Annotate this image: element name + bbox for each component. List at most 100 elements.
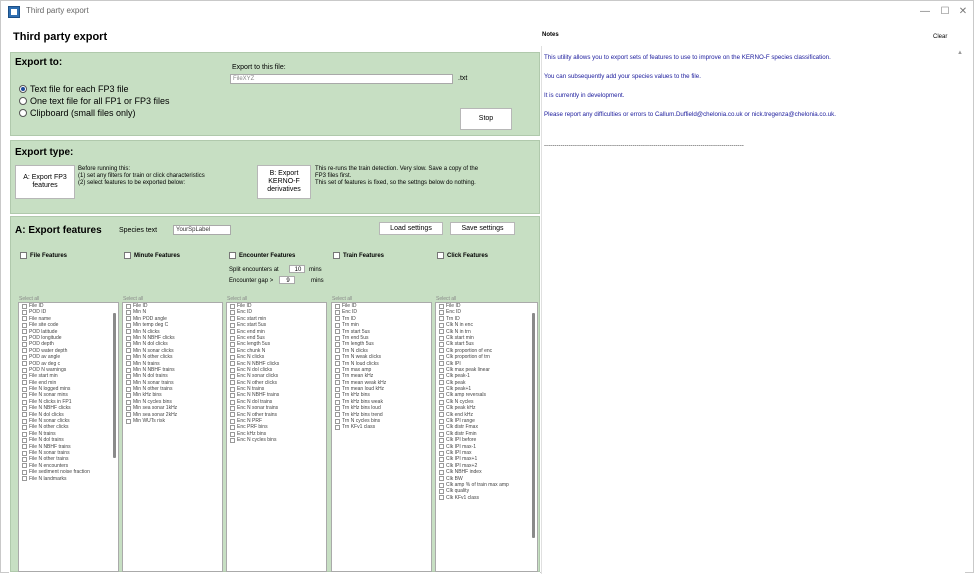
maximize-button[interactable]: ☐ [935,4,955,20]
radio-text-file-each[interactable]: Text file for each FP3 file [19,84,129,94]
checkbox-icon [230,373,235,379]
checkbox-icon [230,425,235,431]
feature-list-item[interactable]: Clk KFv1 class [436,495,537,501]
checkbox-icon [230,437,235,443]
checkbox-icon [439,431,444,437]
minimize-button[interactable]: — [915,4,935,20]
checkbox-icon [22,373,27,379]
checkbox-icon [230,322,235,328]
feature-list-item[interactable]: Enc N cycles bins [227,437,326,443]
checkbox-icon [439,354,444,360]
checkbox-icon [22,463,27,469]
checkbox-icon [437,252,444,259]
export-kerno-derivatives-button[interactable]: B: Export KERNO-F derivatives [257,165,311,199]
checkbox-icon [22,431,27,437]
stop-button[interactable]: Stop [460,108,512,130]
minute-features-list[interactable]: File ID Min N Min POD angle Min temp deg CM… [122,302,223,572]
checkbox-icon [22,405,27,411]
encounter-features-list[interactable]: File ID Enc ID Enc start min Enc start 5us E… [226,302,327,572]
checkbox-icon [335,329,340,335]
checkbox-icon [439,444,444,450]
checkbox-icon [335,316,340,322]
radio-clipboard[interactable]: Clipboard (small files only) [19,108,136,118]
checkbox-icon [439,310,444,316]
species-text-input[interactable]: YourSpLabel [173,225,231,235]
checkbox-icon [126,386,131,392]
checkbox-icon [335,303,340,309]
train-features-list[interactable]: File ID Enc ID Trn ID Trn min Trn start 5us T… [331,302,432,572]
checkbox-icon [22,399,27,405]
checkbox-icon [439,469,444,475]
encounter-features-checkbox[interactable]: Encounter Features [229,252,295,259]
split-encounters-label: Split encounters at [229,267,279,273]
split-encounters-input[interactable]: 10 [289,265,305,273]
checkbox-icon [335,373,340,379]
checkbox-icon [126,373,131,379]
checkbox-icon [230,361,235,367]
checkbox-icon [439,316,444,322]
feature-list-item[interactable]: File N landmarks [19,476,118,482]
file-features-list[interactable]: File ID POD ID File name File site code POD … [18,302,119,572]
notes-header: Notes [542,32,559,38]
scroll-up-icon[interactable]: ▲ [957,50,963,56]
checkbox-icon [22,412,27,418]
train-features-label: Train Features [343,252,385,259]
feature-label: File N landmarks [29,475,67,482]
checkbox-icon [439,342,444,348]
checkbox-icon [230,418,235,424]
notes-area[interactable]: This utility allows you to export sets o… [541,46,965,574]
load-settings-button[interactable]: Load settings [379,222,443,235]
minute-features-label: Minute Features [134,252,181,259]
checkbox-icon [439,405,444,411]
checkbox-icon [230,342,235,348]
file-features-checkbox[interactable]: File Features [20,252,67,259]
checkbox-icon [22,361,27,367]
checkbox-icon [333,252,340,259]
checkbox-icon [439,457,444,463]
checkbox-icon [230,412,235,418]
minute-features-checkbox[interactable]: Minute Features [124,252,180,259]
checkbox-icon [439,450,444,456]
click-features-checkbox[interactable]: Click Features [437,252,488,259]
checkbox-icon [439,476,444,482]
checkbox-icon [124,252,131,259]
checkbox-icon [439,303,444,309]
checkbox-icon [22,348,27,354]
checkbox-icon [335,386,340,392]
checkbox-icon [126,367,131,373]
checkbox-icon [230,393,235,399]
save-settings-button[interactable]: Save settings [450,222,515,235]
checkbox-icon [439,373,444,379]
export-fp3-features-button[interactable]: A: Export FP3 features [15,165,75,199]
checkbox-icon [126,342,131,348]
train-features-checkbox[interactable]: Train Features [333,252,384,259]
checkbox-icon [439,380,444,386]
checkbox-icon [439,367,444,373]
clear-button[interactable]: Clear [933,34,947,40]
click-features-list[interactable]: File ID Enc ID Trn ID Clk N in enc Clk N in … [435,302,538,572]
notes-line: You can subsequently add your species va… [544,73,701,80]
radio-selected-icon [19,85,27,93]
title-bar: Third party export — ☐ ✕ [1,1,973,23]
export-file-input[interactable]: FileXYZ [230,74,453,84]
checkbox-icon [335,348,340,354]
scrollbar[interactable] [532,313,535,538]
close-button[interactable]: ✕ [953,4,973,20]
export-features-title: A: Export features [15,225,102,236]
radio-one-text-file[interactable]: One text file for all FP1 or FP3 files [19,96,170,106]
encounter-gap-input[interactable]: 9 [279,276,295,284]
feature-list-item[interactable]: Min WUTs risk [123,418,222,424]
feature-label: Enc N cycles bins [237,437,277,444]
checkbox-icon [22,316,27,322]
export-features-panel: A: Export features Species text YourSpLa… [10,216,540,572]
feature-list-item[interactable]: Trn KFv1 class [332,424,431,430]
checkbox-icon [439,425,444,431]
radio-icon [19,109,27,117]
checkbox-icon [335,405,340,411]
checkbox-icon [335,361,340,367]
checkbox-icon [335,354,340,360]
scrollbar[interactable] [113,313,116,458]
checkbox-icon [22,457,27,463]
checkbox-icon [230,354,235,360]
export-file-label: Export to this file: [232,64,286,71]
